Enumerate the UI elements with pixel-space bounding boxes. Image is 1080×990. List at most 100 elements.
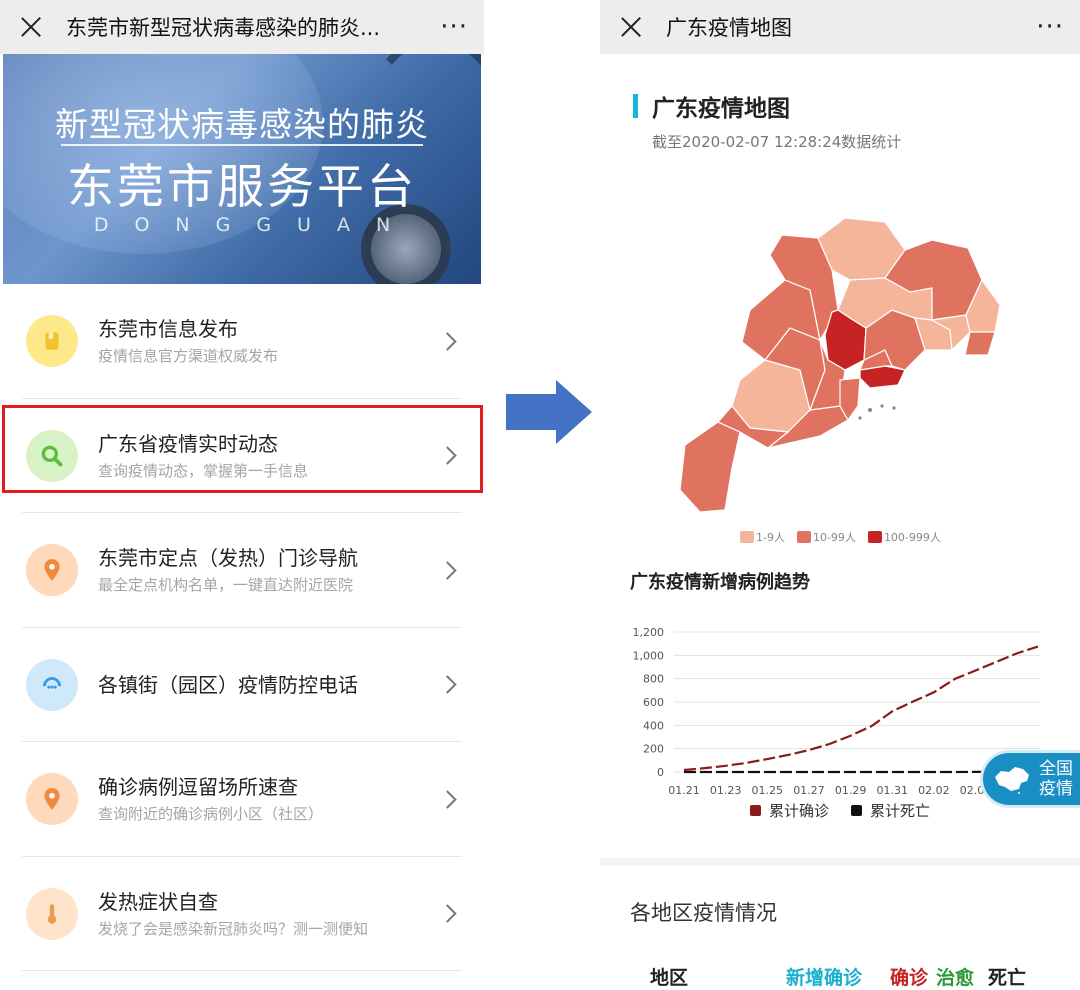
chevron-right-icon	[438, 332, 457, 351]
menu-item-text: 广东省疫情实时动态查询疫情动态，掌握第一手信息	[98, 430, 441, 482]
y-tick-label: 1,000	[633, 649, 665, 662]
menu-item-subtitle: 查询附近的确诊病例小区（社区）	[98, 805, 324, 824]
page-title: 广东疫情地图	[666, 16, 792, 40]
menu-item-title: 各镇街（园区）疫情防控电话	[98, 672, 358, 697]
banner-title: 新型冠状病毒感染的肺炎	[55, 105, 429, 144]
x-tick-label: 01.31	[876, 784, 908, 797]
table-header-cell[interactable]: 确诊	[890, 963, 928, 990]
y-tick-label: 200	[643, 743, 664, 756]
chevron-right-icon	[438, 675, 457, 694]
menu-item[interactable]: 各镇街（园区）疫情防控电话	[0, 628, 484, 742]
chevron-right-icon	[438, 446, 457, 465]
map-legend-item[interactable]: 1-9人	[740, 529, 785, 545]
menu-item-title: 东莞市信息发布	[98, 317, 238, 342]
legend-swatch	[740, 531, 754, 543]
table-header-cell[interactable]: 地区	[650, 963, 688, 990]
menu-item-subtitle: 查询疫情动态，掌握第一手信息	[98, 461, 309, 480]
menu-item-title: 广东省疫情实时动态	[98, 431, 278, 456]
legend-swatch	[750, 805, 761, 816]
map-island	[880, 404, 884, 408]
x-tick-label: 01.23	[710, 784, 742, 797]
thermometer-icon	[26, 887, 78, 940]
map-island	[858, 416, 862, 420]
chevron-right-icon	[438, 790, 457, 809]
menu-item[interactable]: 发热症状自查发烧了会是感染新冠肺炎吗？测一测便知	[0, 857, 484, 971]
notice-icon	[26, 315, 78, 368]
menu-item-text: 发热症状自查发烧了会是感染新冠肺炎吗？测一测便知	[98, 888, 441, 940]
map-island	[892, 406, 896, 410]
map-island	[868, 408, 872, 412]
guangdong-map[interactable]	[670, 210, 1010, 520]
legend-label: 100-999人	[883, 531, 941, 544]
close-icon[interactable]	[18, 14, 44, 40]
heading-accent	[633, 94, 638, 118]
menu-item-title: 发热症状自查	[98, 889, 218, 914]
update-time: 截至2020-02-07 12:28:24数据统计	[652, 133, 902, 151]
arrow-icon	[506, 380, 592, 444]
banner: 新型冠状病毒感染的肺炎 东莞市服务平台 DONGGUAN	[3, 54, 481, 284]
top-bar: 广东疫情地图 ···	[600, 0, 1080, 54]
table-header-cell[interactable]: 治愈	[936, 963, 974, 990]
chart-legend-item[interactable]: 累计确诊	[750, 800, 829, 821]
menu-item-title: 东莞市定点（发热）门诊导航	[98, 546, 358, 571]
menu-item-subtitle: 最全定点机构名单，一键直达附近医院	[98, 576, 354, 595]
right-screen: 广东疫情地图 ··· 广东疫情地图 截至2020-02-07 12:28:24数…	[600, 0, 1080, 990]
menu-item[interactable]: 广东省疫情实时动态查询疫情动态，掌握第一手信息	[0, 399, 484, 513]
banner-divider	[61, 144, 423, 146]
map-heading: 广东疫情地图	[652, 96, 790, 122]
x-tick-label: 01.21	[668, 784, 700, 797]
y-tick-label: 600	[643, 696, 664, 709]
menu-item-text: 确诊病例逗留场所速查查询附近的确诊病例小区（社区）	[98, 773, 441, 825]
x-tick-label: 01.29	[835, 784, 867, 797]
table-header-cell[interactable]: 新增确诊	[786, 963, 862, 990]
legend-label: 1-9人	[756, 531, 785, 544]
menu-item[interactable]: 东莞市定点（发热）门诊导航最全定点机构名单，一键直达附近医院	[0, 513, 484, 628]
menu-item-text: 各镇街（园区）疫情防控电话	[98, 671, 441, 699]
menu-item-subtitle: 发烧了会是感染新冠肺炎吗？测一测便知	[98, 919, 369, 938]
national-epidemic-label: 全国 疫情	[1039, 759, 1073, 799]
banner-subtitle: 东莞市服务平台	[67, 160, 417, 215]
x-tick-label: 01.27	[793, 784, 825, 797]
y-tick-label: 0	[657, 766, 664, 779]
location-pin-icon	[26, 544, 78, 597]
map-legend: 1-9人 10-99人 100-999人	[740, 529, 953, 545]
search-icon	[26, 429, 78, 482]
region-table-header: 地区 新增确诊 确诊 治愈 死亡	[600, 963, 1080, 990]
y-tick-label: 1,200	[633, 626, 665, 639]
menu-separator	[22, 970, 462, 971]
menu-item-text: 东莞市信息发布疫情信息官方渠道权威发布	[98, 315, 441, 367]
chevron-right-icon	[438, 904, 457, 923]
menu-item-text: 东莞市定点（发热）门诊导航最全定点机构名单，一键直达附近医院	[98, 544, 441, 596]
table-header-cell[interactable]: 死亡	[988, 963, 1026, 990]
y-tick-label: 800	[643, 673, 664, 686]
chart-legend-item[interactable]: 累计死亡	[851, 800, 930, 821]
trend-title: 广东疫情新增病例趋势	[630, 572, 810, 593]
more-icon[interactable]: ···	[1036, 14, 1064, 40]
legend-swatch	[796, 531, 811, 543]
legend-swatch	[851, 805, 863, 816]
menu-item-title: 确诊病例逗留场所速查	[98, 775, 298, 800]
region-section-title: 各地区疫情情况	[630, 901, 777, 925]
chart-legend[interactable]: 累计确诊 累计死亡	[750, 800, 952, 821]
legend-label: 10-99人	[812, 531, 856, 544]
menu-item-subtitle: 疫情信息官方渠道权威发布	[98, 347, 279, 366]
national-epidemic-button[interactable]: 全国 疫情	[980, 750, 1080, 808]
map-region-leizhou	[679, 421, 741, 513]
map-legend-item[interactable]: 10-99人	[796, 529, 856, 545]
map-legend-item[interactable]: 100-999人	[867, 529, 941, 545]
menu-item[interactable]: 确诊病例逗留场所速查查询附近的确诊病例小区（社区）	[0, 742, 484, 857]
service-menu: 东莞市信息发布疫情信息官方渠道权威发布广东省疫情实时动态查询疫情动态，掌握第一手…	[0, 284, 484, 971]
legend-swatch	[867, 531, 882, 543]
menu-item[interactable]: 东莞市信息发布疫情信息官方渠道权威发布	[0, 284, 484, 399]
phone-icon	[26, 658, 78, 711]
page-title: 东莞市新型冠状病毒感染的肺炎...	[66, 16, 381, 40]
more-icon[interactable]: ···	[440, 14, 468, 40]
location-pin-icon	[26, 773, 78, 826]
left-screen: 东莞市新型冠状病毒感染的肺炎... ··· 新型冠状病毒感染的肺炎 东莞市服务平…	[0, 0, 484, 990]
legend-label: 累计死亡	[870, 802, 931, 820]
x-tick-label: 01.25	[752, 784, 784, 797]
section-divider	[600, 858, 1080, 866]
x-tick-label: 02.02	[918, 784, 950, 797]
top-bar: 东莞市新型冠状病毒感染的肺炎... ···	[0, 0, 484, 54]
close-icon[interactable]	[618, 14, 644, 40]
